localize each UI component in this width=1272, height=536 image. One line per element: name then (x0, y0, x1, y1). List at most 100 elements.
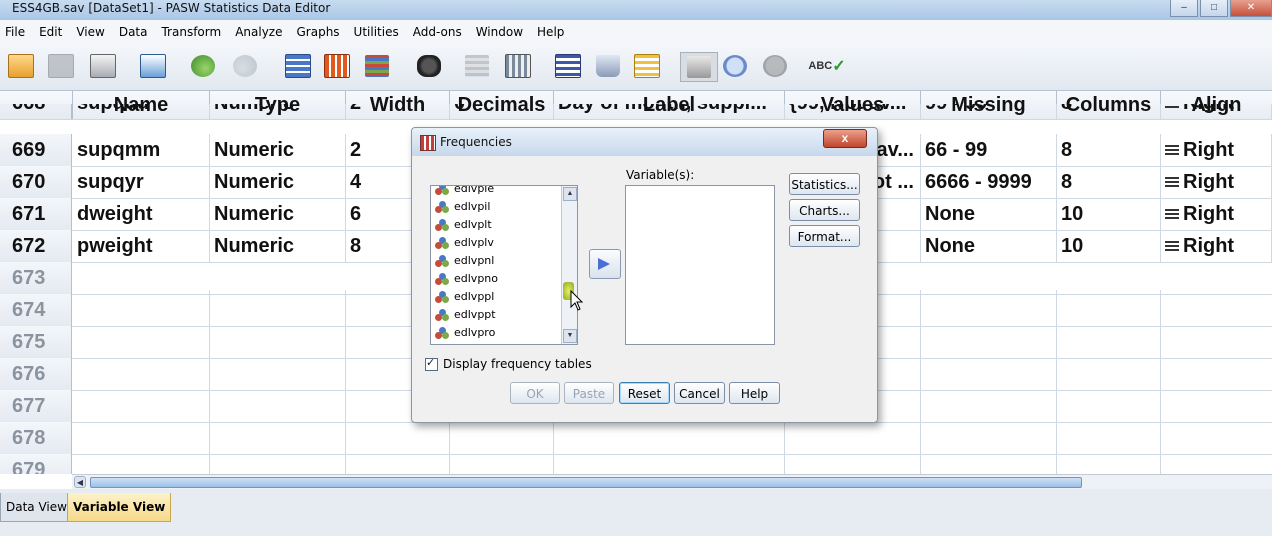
cell-missing[interactable]: 6666 - 9999 (921, 166, 1057, 198)
row-number[interactable]: 678 (0, 422, 72, 454)
row-number[interactable]: 668 (0, 104, 72, 119)
variables-icon[interactable] (362, 52, 392, 80)
cell-columns[interactable]: 10 (1057, 230, 1161, 262)
checkbox-checked-icon[interactable] (425, 356, 438, 371)
row-number[interactable]: 674 (0, 294, 72, 326)
cell-missing[interactable]: 66 - 99 (921, 134, 1057, 166)
row-number[interactable]: 672 (0, 230, 72, 262)
cell-name[interactable]: supqdd (73, 104, 210, 119)
row-number[interactable]: 670 (0, 166, 72, 198)
cell-columns[interactable]: 8 (1057, 104, 1161, 119)
menu-view[interactable]: View (71, 25, 109, 39)
cell-missing[interactable]: 99 - 99 (921, 104, 1057, 119)
cell-columns[interactable]: 8 (1057, 166, 1161, 198)
list-item[interactable]: edlvppt (435, 306, 496, 324)
cell-name[interactable]: dweight (73, 198, 210, 230)
cell-values[interactable]: {99, Not av... (785, 104, 921, 119)
row-number[interactable]: 669 (0, 134, 72, 166)
cell-missing[interactable]: None (921, 230, 1057, 262)
list-item[interactable]: edlvpro (435, 324, 495, 342)
weight-cases-icon[interactable] (593, 52, 623, 80)
cell-type[interactable]: Numeric (210, 104, 346, 119)
list-item[interactable]: edlvpnl (435, 252, 494, 270)
show-all-variables-icon[interactable] (760, 52, 790, 80)
scrollbar-thumb[interactable] (90, 477, 1082, 488)
close-icon[interactable]: ✕ (1230, 0, 1272, 17)
spell-check-icon[interactable]: ABC ✓ (808, 52, 845, 80)
cell-align[interactable]: Right (1161, 198, 1272, 230)
cell-align[interactable]: Right (1161, 134, 1272, 166)
cell-label[interactable]: Day of month, suppl... (554, 104, 785, 119)
cell-decimals[interactable]: 0 (450, 104, 554, 119)
tab-data-view[interactable]: Data View (0, 493, 73, 522)
cell-type[interactable]: Numeric (210, 230, 346, 262)
row-number[interactable]: 671 (0, 198, 72, 230)
list-item[interactable]: edlvpie (435, 186, 494, 198)
charts-button[interactable]: Charts... (789, 199, 860, 221)
list-item[interactable]: edlvpno (435, 270, 498, 288)
save-icon[interactable] (46, 52, 76, 80)
cell-columns[interactable]: 8 (1057, 134, 1161, 166)
cell-type[interactable]: Numeric (210, 166, 346, 198)
dialog-recall-icon[interactable] (138, 52, 168, 80)
menu-file[interactable]: File (0, 25, 30, 39)
open-folder-icon[interactable] (6, 52, 36, 80)
value-labels-icon[interactable] (680, 52, 718, 82)
table-row-empty[interactable]: 679 (0, 454, 1272, 474)
menu-help[interactable]: Help (532, 25, 569, 39)
select-cases-icon[interactable] (632, 52, 662, 80)
menu-data[interactable]: Data (114, 25, 153, 39)
list-item[interactable]: edlvplt (435, 216, 492, 234)
cell-name[interactable]: supqyr (73, 166, 210, 198)
ok-button[interactable]: OK (510, 382, 560, 404)
maximize-icon[interactable]: □ (1200, 0, 1228, 17)
row-number[interactable]: 675 (0, 326, 72, 358)
list-item[interactable]: edlvppl (435, 288, 494, 306)
menu-graphs[interactable]: Graphs (291, 25, 344, 39)
scroll-down-icon[interactable]: ▼ (563, 329, 577, 343)
list-item[interactable]: edlvplv (435, 234, 494, 252)
help-button[interactable]: Help (729, 382, 780, 404)
cell-type[interactable]: Numeric (210, 198, 346, 230)
cell-align[interactable]: Right (1161, 166, 1272, 198)
statistics-button[interactable]: Statistics... (789, 173, 860, 195)
move-to-variables-button[interactable] (589, 249, 621, 279)
cell-columns[interactable]: 10 (1057, 198, 1161, 230)
list-item[interactable]: edlvpil (435, 198, 490, 216)
goto-case-icon[interactable] (283, 52, 313, 80)
cell-width[interactable]: 2 (346, 104, 450, 119)
reset-button[interactable]: Reset (619, 382, 670, 404)
horizontal-scrollbar[interactable]: ◀ (72, 474, 1272, 489)
table-row[interactable]: 668 supqdd Numeric 2 0 Day of month, sup… (0, 104, 1272, 120)
cell-align[interactable]: Right (1161, 230, 1272, 262)
use-sets-icon[interactable] (720, 52, 750, 80)
list-scrollbar[interactable]: ▲ ▼ (561, 186, 577, 344)
format-button[interactable]: Format... (789, 225, 860, 247)
menu-edit[interactable]: Edit (34, 25, 67, 39)
cell-missing[interactable]: None (921, 198, 1057, 230)
display-frequency-tables-checkbox[interactable]: Display frequency tables (425, 356, 592, 371)
goto-variable-icon[interactable] (322, 52, 352, 80)
insert-cases-icon[interactable] (462, 52, 492, 80)
menu-addons[interactable]: Add-ons (408, 25, 467, 39)
menu-utilities[interactable]: Utilities (349, 25, 404, 39)
insert-variable-icon[interactable] (503, 52, 533, 80)
find-icon[interactable] (414, 52, 444, 80)
menu-transform[interactable]: Transform (156, 25, 226, 39)
source-variable-list[interactable]: edlvpie edlvpil edlvplt edlvplv edlvpnl … (430, 185, 578, 345)
undo-icon[interactable] (188, 52, 218, 80)
menu-window[interactable]: Window (471, 25, 528, 39)
cancel-button[interactable]: Cancel (674, 382, 725, 404)
paste-button[interactable]: Paste (564, 382, 614, 404)
cell-type[interactable]: Numeric (210, 134, 346, 166)
menu-analyze[interactable]: Analyze (230, 25, 287, 39)
split-file-icon[interactable] (553, 52, 583, 80)
tab-variable-view[interactable]: Variable View (67, 493, 172, 522)
row-number[interactable]: 676 (0, 358, 72, 390)
cell-align[interactable]: Right (1161, 104, 1272, 119)
print-icon[interactable] (88, 52, 118, 80)
scroll-up-icon[interactable]: ▲ (563, 187, 577, 201)
row-number[interactable]: 679 (0, 454, 72, 474)
cell-name[interactable]: supqmm (73, 134, 210, 166)
scroll-left-icon[interactable]: ◀ (74, 476, 86, 488)
